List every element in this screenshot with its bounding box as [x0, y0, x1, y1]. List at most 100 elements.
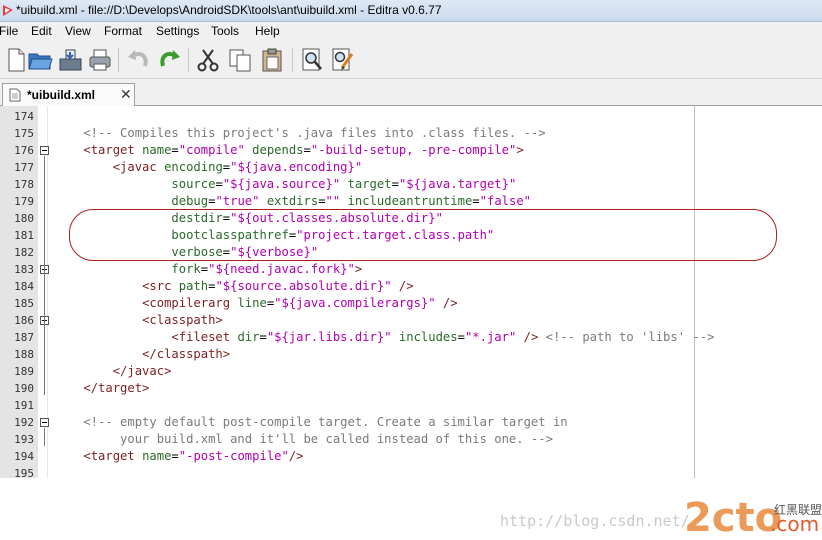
code-token: name	[142, 143, 172, 157]
code-line[interactable]: 178 source="${java.source}" target="${ja…	[0, 176, 822, 193]
code-token: fork	[171, 262, 201, 276]
code-line[interactable]: 176 <target name="compile" depends="-bui…	[0, 142, 822, 159]
code-line[interactable]: 180 destdir="${out.classes.absolute.dir}…	[0, 210, 822, 227]
code-line[interactable]: 183 fork="${need.javac.fork}">	[0, 261, 822, 278]
line-number: 191	[14, 399, 34, 412]
cut-button[interactable]	[194, 46, 222, 74]
code-line[interactable]: 175 <!-- Compiles this project's .java f…	[0, 125, 822, 142]
find-replace-button[interactable]	[328, 46, 356, 74]
menu-edit[interactable]: Edit	[31, 24, 52, 38]
editra-app-icon	[3, 5, 13, 16]
code-line[interactable]: 177 <javac encoding="${java.encoding}"	[0, 159, 822, 176]
line-number: 184	[14, 280, 34, 293]
code-token: dir	[237, 330, 260, 344]
code-token: path	[178, 279, 209, 293]
save-icon	[59, 49, 82, 71]
line-number: 180	[14, 212, 34, 225]
code-line[interactable]: 186 <classpath>	[0, 312, 822, 329]
open-button[interactable]	[26, 46, 54, 74]
code-token: ""	[325, 194, 348, 208]
code-text: <compilerarg line="${java.compilerargs}"…	[54, 295, 458, 312]
code-token: "true"	[215, 194, 267, 208]
code-text: </classpath>	[54, 346, 230, 363]
code-text: debug="true" extdirs="" includeantruntim…	[54, 193, 531, 210]
title-bar: *uibuild.xml - file://D:\Develops\Androi…	[0, 0, 822, 22]
code-line[interactable]: 190 </target>	[0, 380, 822, 397]
menu-settings[interactable]: Settings	[156, 24, 199, 38]
undo-icon	[128, 50, 148, 67]
menu-help[interactable]: Help	[255, 24, 280, 38]
save-button[interactable]	[56, 46, 84, 74]
window-title: *uibuild.xml - file://D:\Develops\Androi…	[16, 3, 442, 17]
code-token: =	[457, 330, 465, 344]
menu-view[interactable]: View	[65, 24, 91, 38]
fold-toggle-icon[interactable]	[40, 146, 49, 155]
code-token: <target	[83, 449, 143, 463]
undo-button[interactable]	[124, 46, 152, 74]
code-text: <classpath>	[54, 312, 223, 329]
close-tab-icon[interactable]: ✕	[120, 86, 132, 103]
code-line[interactable]: 187 <fileset dir="${jar.libs.dir}" inclu…	[0, 329, 822, 346]
code-line[interactable]: 193 your build.xml and it'll be called i…	[0, 431, 822, 448]
tab-uibuild-xml[interactable]: *uibuild.xml ✕	[2, 83, 135, 106]
redo-button[interactable]	[156, 46, 184, 74]
fold-toggle-icon[interactable]	[40, 418, 49, 427]
code-token: =	[259, 330, 267, 344]
code-token: "${out.classes.absolute.dir}"	[230, 211, 443, 225]
code-line[interactable]: 181 bootclasspathref="project.target.cla…	[0, 227, 822, 244]
line-number: 194	[14, 450, 34, 463]
code-line[interactable]: 174	[0, 108, 822, 125]
code-token: "${jar.libs.dir}"	[266, 330, 399, 344]
code-line[interactable]: 195	[0, 465, 822, 478]
code-text: <!-- Compiles this project's .java files…	[54, 125, 546, 142]
code-text: <src path="${source.absolute.dir}" />	[54, 278, 414, 295]
menu-format[interactable]: Format	[104, 24, 142, 38]
code-token: "${java.target}"	[398, 177, 517, 191]
code-line[interactable]: 194 <target name="-post-compile"/>	[0, 448, 822, 465]
code-line[interactable]: 185 <compilerarg line="${java.compilerar…	[0, 295, 822, 312]
code-line[interactable]: 188 </classpath>	[0, 346, 822, 363]
paste-button[interactable]	[258, 46, 286, 74]
code-token: <javac	[112, 160, 165, 174]
menu-file[interactable]: File	[0, 24, 18, 38]
code-line[interactable]: 179 debug="true" extdirs="" includeantru…	[0, 193, 822, 210]
code-token: "${java.compilerargs}"	[274, 296, 443, 310]
logo-suffix: .com	[770, 512, 819, 536]
code-token: depends	[252, 143, 304, 157]
code-token: "${java.encoding}"	[230, 160, 363, 174]
line-number: 177	[14, 161, 34, 174]
code-token: />	[523, 330, 546, 344]
line-number: 192	[14, 416, 34, 429]
menu-bar: File Edit View Format Settings Tools Hel…	[0, 22, 822, 41]
code-token: =	[171, 143, 179, 157]
code-editor[interactable]: 174 175 <!-- Compiles this project's .jav…	[0, 106, 822, 478]
code-text: </javac>	[54, 363, 172, 380]
code-line[interactable]: 191	[0, 397, 822, 414]
code-token: <!-- path to 'libs' -->	[545, 330, 715, 344]
code-token: <target	[83, 143, 143, 157]
code-line[interactable]: 182 verbose="${verbose}"	[0, 244, 822, 261]
menu-tools[interactable]: Tools	[211, 24, 239, 38]
code-text: your build.xml and it'll be called inste…	[54, 431, 553, 448]
print-button[interactable]	[86, 46, 114, 74]
line-number: 182	[14, 246, 34, 259]
code-token: <src	[142, 279, 179, 293]
code-token: =	[171, 449, 179, 463]
code-line[interactable]: 192 <!-- empty default post-compile targ…	[0, 414, 822, 431]
line-number: 178	[14, 178, 34, 191]
find-button[interactable]	[298, 46, 326, 74]
find-replace-icon	[332, 48, 354, 71]
code-token: "${need.javac.fork}"	[208, 262, 355, 276]
code-line[interactable]: 184 <src path="${source.absolute.dir}" /…	[0, 278, 822, 295]
line-number: 174	[14, 110, 34, 123]
code-line[interactable]: 189 </javac>	[0, 363, 822, 380]
code-token: >	[516, 143, 524, 157]
copy-button[interactable]	[226, 46, 254, 74]
code-token: <!-- Compiles this project's .java files…	[54, 126, 546, 140]
code-token: />	[288, 449, 304, 463]
